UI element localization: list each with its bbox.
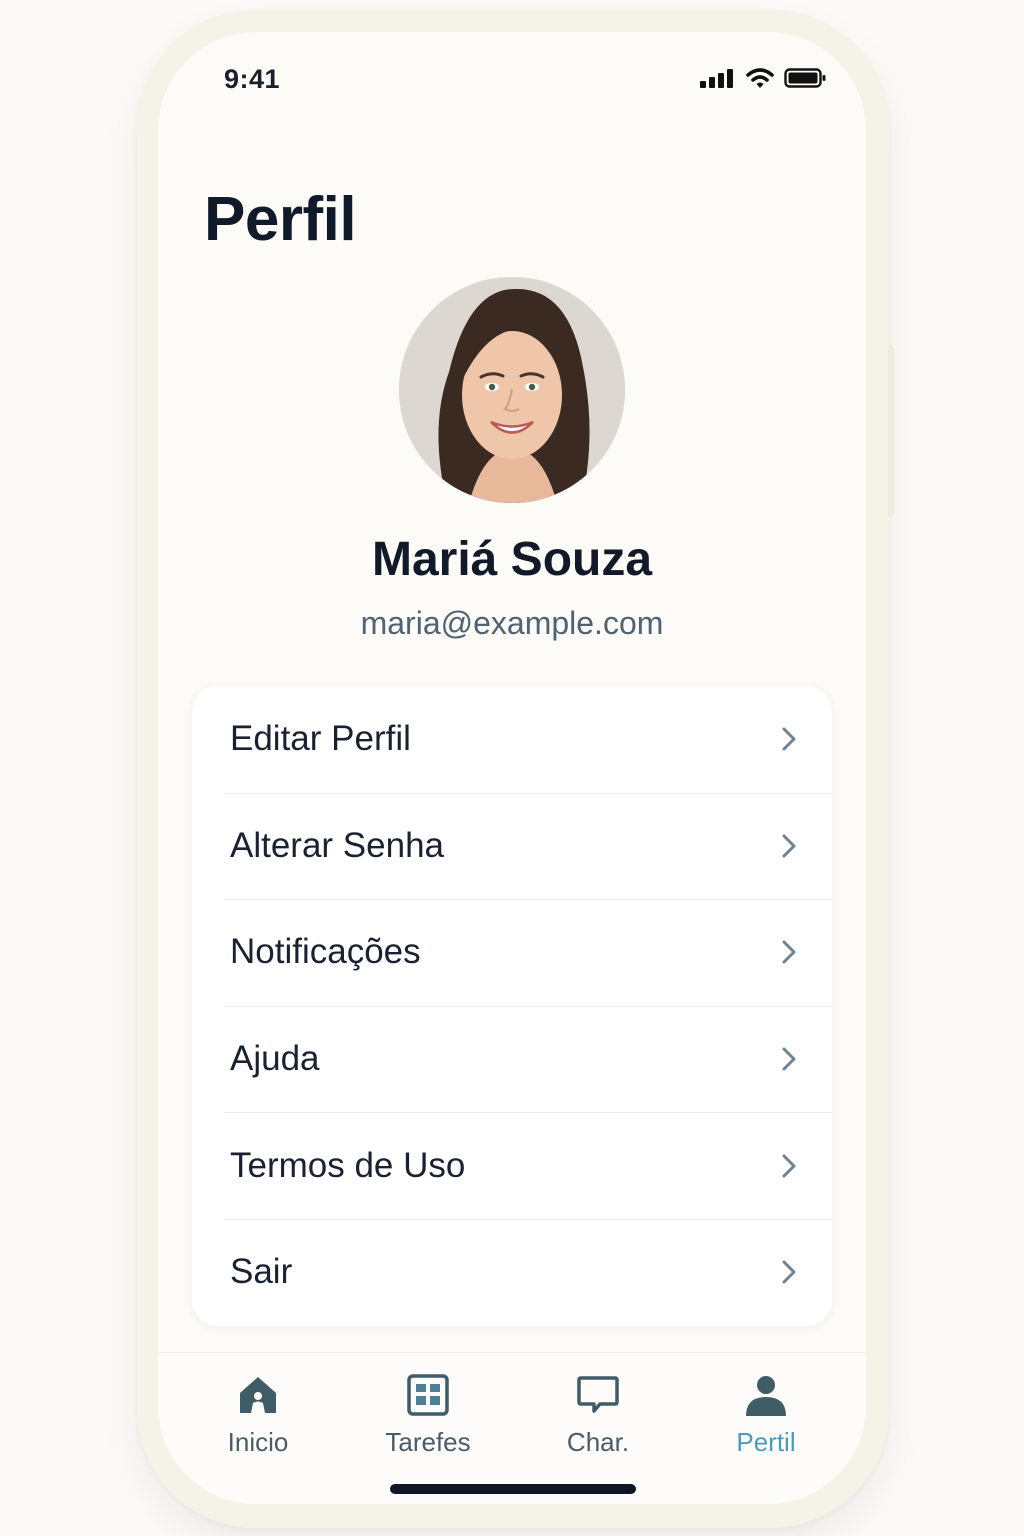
home-indicator[interactable] bbox=[390, 1484, 636, 1494]
wifi-icon bbox=[746, 67, 774, 94]
user-email: maria@example.com bbox=[360, 605, 664, 641]
status-icons bbox=[700, 67, 826, 94]
chevron-right-icon bbox=[782, 834, 796, 858]
page-title: Perfil bbox=[204, 185, 357, 254]
menu-item-sair[interactable]: Sair bbox=[192, 1218, 832, 1326]
menu-item-label: Editar Perfil bbox=[230, 719, 411, 759]
tab-label: Pertil bbox=[736, 1427, 796, 1457]
chevron-right-icon bbox=[782, 1260, 796, 1284]
user-photo-icon bbox=[399, 277, 625, 503]
chevron-right-icon bbox=[782, 1047, 796, 1071]
menu-item-editar-perfil[interactable]: Editar Perfil bbox=[192, 686, 832, 793]
chevron-right-icon bbox=[782, 1154, 796, 1178]
menu-item-alterar-senha[interactable]: Alterar Senha bbox=[192, 792, 832, 900]
menu-item-label: Alterar Senha bbox=[230, 825, 445, 865]
settings-menu: Editar Perfil Alterar Senha Notificações… bbox=[192, 686, 832, 1326]
tab-tarefes[interactable]: Tarefes bbox=[343, 1353, 513, 1463]
home-icon bbox=[240, 1377, 276, 1413]
status-bar: 9:41 bbox=[158, 32, 866, 132]
menu-item-notificacoes[interactable]: Notificações bbox=[192, 899, 832, 1006]
tab-bar: Inicio Tarefes Char. Pertil bbox=[158, 1352, 866, 1504]
tab-label: Tarefes bbox=[385, 1427, 471, 1457]
menu-item-label: Notificações bbox=[230, 932, 421, 972]
menu-item-label: Ajuda bbox=[230, 1039, 320, 1079]
app-screen: 9:41 Perfil Mariá Souza maria@example.co… bbox=[158, 32, 866, 1504]
avatar[interactable] bbox=[399, 277, 625, 503]
menu-item-label: Termos de Uso bbox=[230, 1145, 466, 1185]
phone-side-button bbox=[888, 345, 894, 517]
menu-item-label: Sair bbox=[230, 1252, 293, 1292]
menu-item-termos-de-uso[interactable]: Termos de Uso bbox=[192, 1112, 832, 1219]
tab-char[interactable]: Char. bbox=[513, 1353, 683, 1463]
battery-icon bbox=[784, 67, 826, 94]
status-time: 9:41 bbox=[224, 64, 281, 94]
tab-pertil[interactable]: Pertil bbox=[681, 1353, 851, 1463]
chat-icon bbox=[577, 1376, 619, 1413]
tab-label: Char. bbox=[566, 1427, 630, 1457]
tasks-icon bbox=[407, 1374, 449, 1416]
person-icon bbox=[746, 1376, 786, 1416]
tab-label: Inicio bbox=[227, 1427, 289, 1457]
signal-icon bbox=[700, 68, 736, 93]
user-name: Mariá Souza bbox=[371, 533, 653, 586]
chevron-right-icon bbox=[782, 727, 796, 751]
chevron-right-icon bbox=[782, 940, 796, 964]
tab-inicio[interactable]: Inicio bbox=[173, 1353, 343, 1463]
menu-item-ajuda[interactable]: Ajuda bbox=[192, 1005, 832, 1113]
